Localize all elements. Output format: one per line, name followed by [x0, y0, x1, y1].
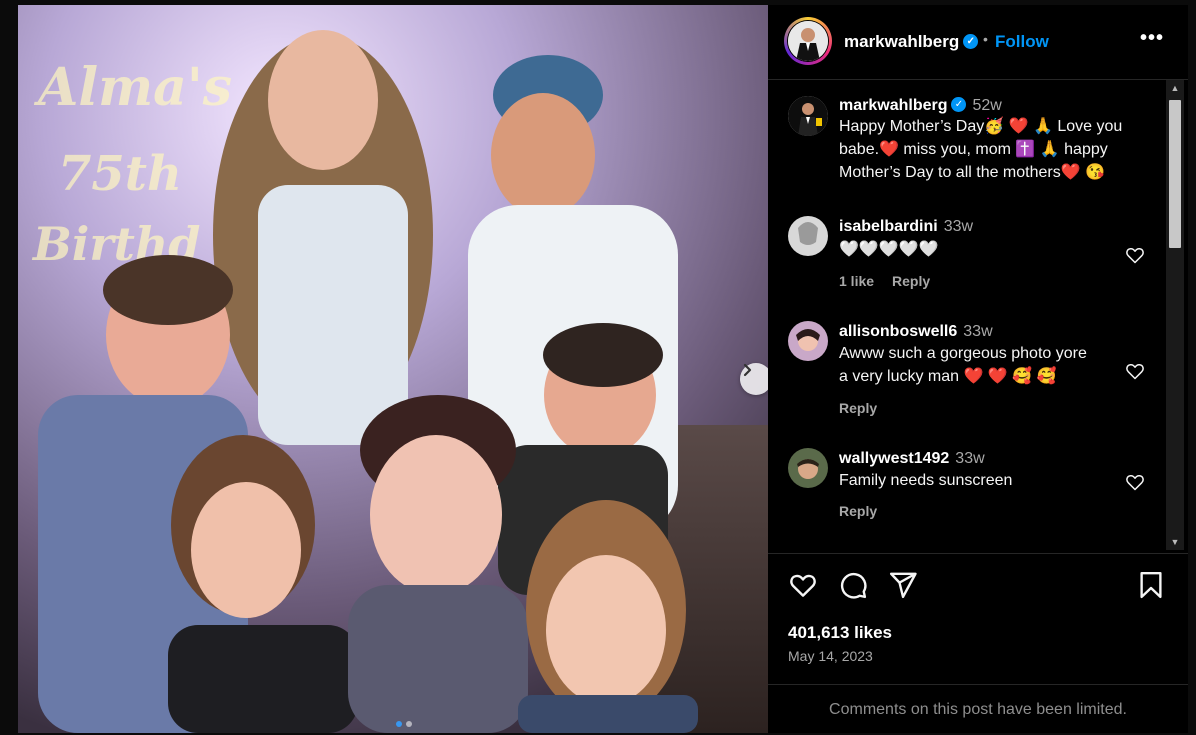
commenter-avatar-image	[788, 448, 828, 488]
comment-line: a very lucky man ❤️ ❤️ 🥰 🥰	[839, 368, 1057, 385]
svg-text:Alma's: Alma's	[33, 57, 232, 118]
verified-badge-icon: ✓	[951, 97, 967, 113]
carousel-indicator	[396, 721, 412, 727]
likes-count[interactable]: 401,613 likes	[788, 623, 892, 643]
comment-meta: Reply	[839, 400, 1087, 416]
comment-username[interactable]: isabelbardini	[839, 218, 938, 235]
reply-button[interactable]: Reply	[839, 503, 877, 519]
comment-time: 33w	[943, 218, 974, 235]
caption-avatar[interactable]	[788, 96, 828, 136]
comments-limited-notice: Comments on this post have been limited.	[768, 684, 1188, 735]
caption-avatar-image	[788, 96, 828, 136]
comment-time: 33w	[963, 323, 993, 340]
verified-badge-icon: ✓	[963, 34, 979, 50]
caption-line: Mother’s Day to all the mothers❤️ 😘	[839, 164, 1106, 181]
heart-icon[interactable]	[788, 570, 818, 600]
author-username[interactable]: markwahlberg ✓	[844, 32, 979, 52]
comment-likes-count[interactable]: 1 like	[839, 273, 874, 289]
comment-like-heart-icon[interactable]	[1125, 472, 1145, 492]
author-avatar[interactable]	[784, 17, 832, 65]
caption-line: babe.❤️ miss you, mom ✝️ 🙏 happy	[839, 141, 1108, 158]
carousel-dot	[406, 721, 412, 727]
scrollbar-thumb[interactable]	[1169, 100, 1181, 248]
carousel-dot-active	[396, 721, 402, 727]
comment-line: Awww such a gorgeous photo yore	[839, 345, 1087, 362]
comment-meta: 1 like Reply	[839, 273, 973, 289]
reply-button[interactable]: Reply	[839, 400, 877, 416]
caption-time: 52w	[972, 97, 1002, 114]
author-avatar-image	[788, 21, 828, 61]
family-photo: Alma's 75th Birthd	[18, 5, 768, 733]
scroll-up-arrow-icon[interactable]: ▲	[1166, 80, 1184, 96]
post-photo[interactable]: Alma's 75th Birthd	[18, 5, 768, 733]
comments-list[interactable]: markwahlberg ✓ 52w Happy Mother’s Day🥳 ❤️ …	[768, 80, 1188, 550]
comment-time: 33w	[955, 450, 985, 467]
comment-text: Family needs sunscreen	[839, 472, 1013, 489]
caption-username[interactable]: markwahlberg	[839, 97, 947, 114]
commenter-avatar-image	[788, 321, 828, 361]
caption-line: Happy Mother’s Day🥳 ❤️ 🙏 Love you	[839, 118, 1123, 135]
comment-text: 🤍🤍🤍🤍🤍	[839, 241, 939, 258]
comment-item: isabelbardini 33w 🤍🤍🤍🤍🤍 1 like Reply	[788, 216, 1158, 306]
comments-scrollbar[interactable]: ▲ ▼	[1166, 80, 1184, 550]
comment-item: allisonboswell6 33w Awww such a gorgeous …	[788, 321, 1158, 431]
chevron-right-icon	[743, 363, 752, 377]
post-header: markwahlberg ✓ • Follow •••	[768, 5, 1188, 80]
post-side-panel: markwahlberg ✓ • Follow ••• markwahlberg ✓…	[768, 5, 1188, 733]
post-actions: 401,613 likes May 14, 2023 Comments on t…	[768, 553, 1188, 734]
post-date[interactable]: May 14, 2023	[788, 648, 873, 664]
commenter-avatar[interactable]	[788, 321, 828, 361]
commenter-avatar[interactable]	[788, 216, 828, 256]
reply-button[interactable]: Reply	[892, 273, 930, 289]
next-slide-button[interactable]	[740, 363, 768, 395]
comment-username[interactable]: allisonboswell6	[839, 323, 957, 340]
comment-icon[interactable]	[838, 570, 868, 600]
commenter-avatar[interactable]	[788, 448, 828, 488]
bookmark-icon[interactable]	[1136, 570, 1166, 600]
comment-item: wallywest1492 33w Family needs sunscreen …	[788, 448, 1158, 538]
comment-like-heart-icon[interactable]	[1125, 245, 1145, 265]
comment-text: Awww such a gorgeous photo yore a very l…	[839, 342, 1087, 388]
comment-meta: Reply	[839, 503, 1012, 519]
scroll-down-arrow-icon[interactable]: ▼	[1166, 534, 1184, 550]
comment-username[interactable]: wallywest1492	[839, 450, 949, 467]
svg-text:75th: 75th	[58, 146, 182, 202]
more-options-icon[interactable]: •••	[1140, 27, 1164, 50]
commenter-avatar-image	[788, 216, 828, 256]
share-icon[interactable]	[888, 570, 918, 600]
comment-like-heart-icon[interactable]	[1125, 361, 1145, 381]
follow-button[interactable]: Follow	[995, 32, 1049, 52]
caption-text: Happy Mother’s Day🥳 ❤️ 🙏 Love you babe.❤…	[839, 115, 1159, 184]
header-separator: •	[983, 31, 988, 47]
